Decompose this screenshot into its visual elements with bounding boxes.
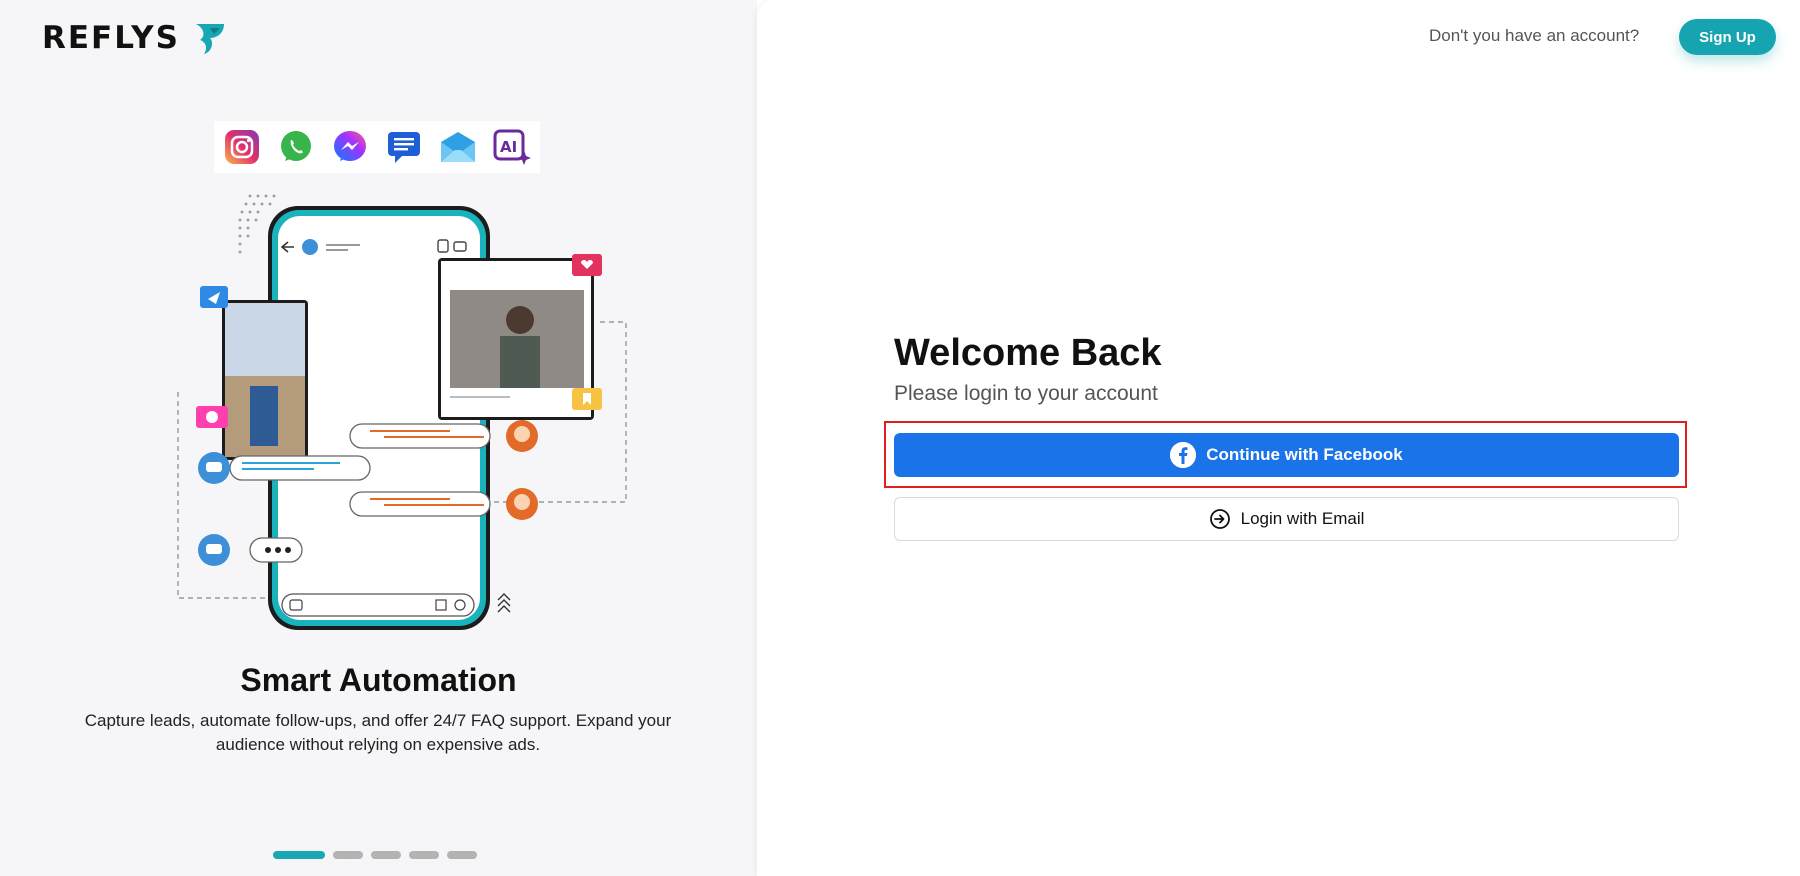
carousel-indicators bbox=[273, 851, 477, 859]
carousel-dot[interactable] bbox=[371, 851, 401, 859]
promo-panel: REFLYS AI Smart Automation Capture leads… bbox=[0, 0, 757, 876]
automation-illustration bbox=[177, 194, 627, 630]
channel-icons: AI bbox=[214, 121, 540, 173]
brand-name: REFLYS bbox=[42, 20, 180, 56]
carousel-dot[interactable] bbox=[409, 851, 439, 859]
email-button-label: Login with Email bbox=[1240, 509, 1365, 528]
facebook-icon bbox=[1170, 442, 1197, 468]
login-subtitle: Please login to your account bbox=[894, 382, 1158, 405]
slide-title: Smart Automation bbox=[240, 662, 517, 698]
carousel-dot[interactable] bbox=[447, 851, 477, 859]
slide-description: Capture leads, automate follow-ups, and … bbox=[84, 711, 672, 754]
sign-in-icon bbox=[1209, 509, 1230, 529]
login-title: Welcome Back bbox=[894, 332, 1162, 374]
instagram-icon bbox=[222, 127, 262, 167]
brand-logo[interactable]: REFLYS bbox=[42, 18, 230, 58]
account-question: Don't you have an account? bbox=[1429, 26, 1640, 45]
brand-mark-icon bbox=[195, 24, 224, 54]
facebook-button-label: Continue with Facebook bbox=[1206, 445, 1403, 464]
messenger-icon bbox=[330, 127, 370, 167]
email-icon bbox=[438, 127, 478, 167]
login-page: REFLYS AI Smart Automation Capture leads… bbox=[0, 0, 1800, 876]
carousel-dot[interactable] bbox=[273, 851, 325, 859]
login-with-email-button[interactable]: Login with Email bbox=[894, 497, 1679, 541]
whatsapp-icon bbox=[276, 127, 316, 167]
svg-text:AI: AI bbox=[500, 138, 517, 156]
continue-with-facebook-button[interactable]: Continue with Facebook bbox=[894, 433, 1679, 477]
sms-icon bbox=[384, 127, 424, 167]
carousel-dot[interactable] bbox=[333, 851, 363, 859]
sign-up-button[interactable]: Sign Up bbox=[1679, 19, 1776, 55]
ai-icon: AI bbox=[492, 127, 532, 167]
